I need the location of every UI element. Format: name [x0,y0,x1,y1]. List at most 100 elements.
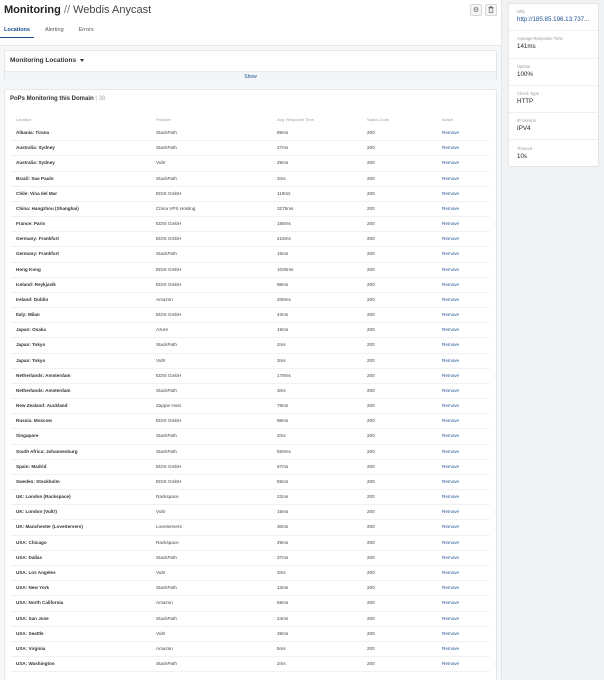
row-provider: EDIS GmbH [156,221,182,227]
row-response-time: 98ms [277,281,289,287]
tab-errors[interactable]: Errors [75,22,98,38]
detail-url-value[interactable]: http://185.85.196.13:737... [517,16,598,23]
row-provider: Zappie Host [156,403,181,409]
row-status-code: 200 [367,175,375,181]
remove-button[interactable]: Remove [442,358,459,363]
remove-button[interactable]: Remove [442,479,459,484]
row-location: Ireland: Dublin [16,296,49,302]
tab-locations[interactable]: Locations [0,22,34,38]
row-provider: Amazon [156,600,173,606]
remove-button[interactable]: Remove [442,267,459,272]
row-provider: StackPath [156,130,177,135]
monitoring-locations-toggle[interactable]: Monitoring Locations [10,57,85,64]
remove-button[interactable]: Remove [442,236,459,241]
remove-button[interactable]: Remove [442,312,459,317]
remove-button[interactable]: Remove [442,191,459,196]
remove-button[interactable]: Remove [442,540,459,545]
row-location: Germany: Frankfurt [16,236,59,242]
remove-button[interactable]: Remove [442,297,459,302]
row-response-time: 2ms [277,569,286,575]
remove-button[interactable]: Remove [442,555,459,560]
remove-button[interactable]: Remove [442,631,459,636]
remove-button[interactable]: Remove [442,616,459,621]
remove-button[interactable]: Remove [442,449,459,454]
row-provider: StackPath [156,342,177,348]
show-button[interactable]: Show [5,71,496,81]
table-row: USA: Washington StackPath 2ms 200 Remove [11,657,490,673]
remove-button[interactable]: Remove [442,403,459,408]
monitoring-locations-title: Monitoring Locations [10,57,77,64]
row-provider: Amazon [156,296,173,302]
row-provider: Rackspace [156,494,179,500]
row-response-time: 119ms [277,190,291,196]
settings-button[interactable]: ⚙ [470,4,482,16]
row-status-code: 200 [367,539,375,545]
row-provider: EDIS GmbH [156,478,182,484]
row-status-code: 200 [367,524,375,530]
detail-avg-response-label: Average Response Time [517,36,563,42]
row-status-code: 200 [367,600,375,606]
remove-button[interactable]: Remove [442,282,459,287]
remove-button[interactable]: Remove [442,160,459,165]
remove-button[interactable]: Remove [442,221,459,226]
row-provider: China VPS Hosting [156,205,196,211]
remove-button[interactable]: Remove [442,646,459,651]
row-provider: StackPath [156,387,177,393]
remove-button[interactable]: Remove [442,464,459,469]
delete-button[interactable] [485,4,497,16]
table-row: Albania: Tirana StackPath 89ms 200 Remove [11,126,490,142]
remove-button[interactable]: Remove [442,524,459,529]
gear-icon: ⚙ [472,7,480,14]
row-response-time: 2ms [277,661,286,667]
remove-button[interactable]: Remove [442,570,459,575]
table-row: China: Hangzhou (Shanghai) China VPS Host… [11,202,490,218]
row-status-code: 200 [367,433,375,439]
row-location: UK: London (Vultr) [16,509,57,515]
detail-ip-version: IP Version IPV4 [509,113,598,141]
table-row: Netherlands: Amsterdam EDIS GmbH 178ms 200 R… [11,369,490,384]
remove-button[interactable]: Remove [442,206,459,211]
row-response-time: 67ms [277,463,289,469]
remove-button[interactable]: Remove [442,327,459,332]
table-row: Australia: Sydney Vultr 29ms 200 Remove [11,156,490,172]
row-response-time: 19ms [277,327,289,333]
title-separator: // [63,4,71,16]
table-row: Russia: Moscow EDIS GmbH 98ms 200 Remove [11,414,490,430]
table-row: USA: New York StackPath 13ms 200 Remove [11,581,490,597]
row-provider: EDIS GmbH [156,463,182,469]
row-status-code: 200 [367,236,375,242]
remove-button[interactable]: Remove [442,509,459,514]
remove-button[interactable]: Remove [442,418,459,423]
table-header: Location Provider Avg. Response Time Sta… [5,117,496,125]
remove-button[interactable]: Remove [442,433,459,438]
row-location: Japan: Osaka [16,327,46,333]
table-row: USA: Los Angeles Vultr 2ms 200 Remove [11,566,490,582]
row-status-code: 200 [367,585,375,591]
remove-button[interactable]: Remove [442,373,459,378]
remove-button[interactable]: Remove [442,342,459,347]
remove-button[interactable]: Remove [442,388,459,393]
remove-button[interactable]: Remove [442,145,459,150]
detail-uptime-label: Uptime [517,63,531,69]
row-status-code: 200 [367,221,375,227]
remove-button[interactable]: Remove [442,600,459,605]
row-location: Australia: Sydney [16,145,55,151]
row-location: USA: Dallas [16,554,43,560]
caret-down-icon [80,58,85,62]
detail-ip-version-value: IPV4 [517,125,531,133]
remove-button[interactable]: Remove [442,176,459,181]
remove-button[interactable]: Remove [442,130,459,135]
remove-button[interactable]: Remove [442,494,459,499]
row-location: Germany: Frankfurt [16,251,59,257]
row-response-time: 22ms [277,494,289,500]
tab-alerting[interactable]: Alerting [41,22,68,38]
row-provider: StackPath [156,661,177,667]
row-response-time: 27ms [277,145,289,151]
row-location: France: Paris [16,221,46,227]
row-response-time: 2ms [277,433,286,439]
row-response-time: 59ms [277,600,289,606]
remove-button[interactable]: Remove [442,585,459,590]
remove-button[interactable]: Remove [442,251,459,256]
row-status-code: 200 [367,312,375,318]
remove-button[interactable]: Remove [442,661,459,666]
